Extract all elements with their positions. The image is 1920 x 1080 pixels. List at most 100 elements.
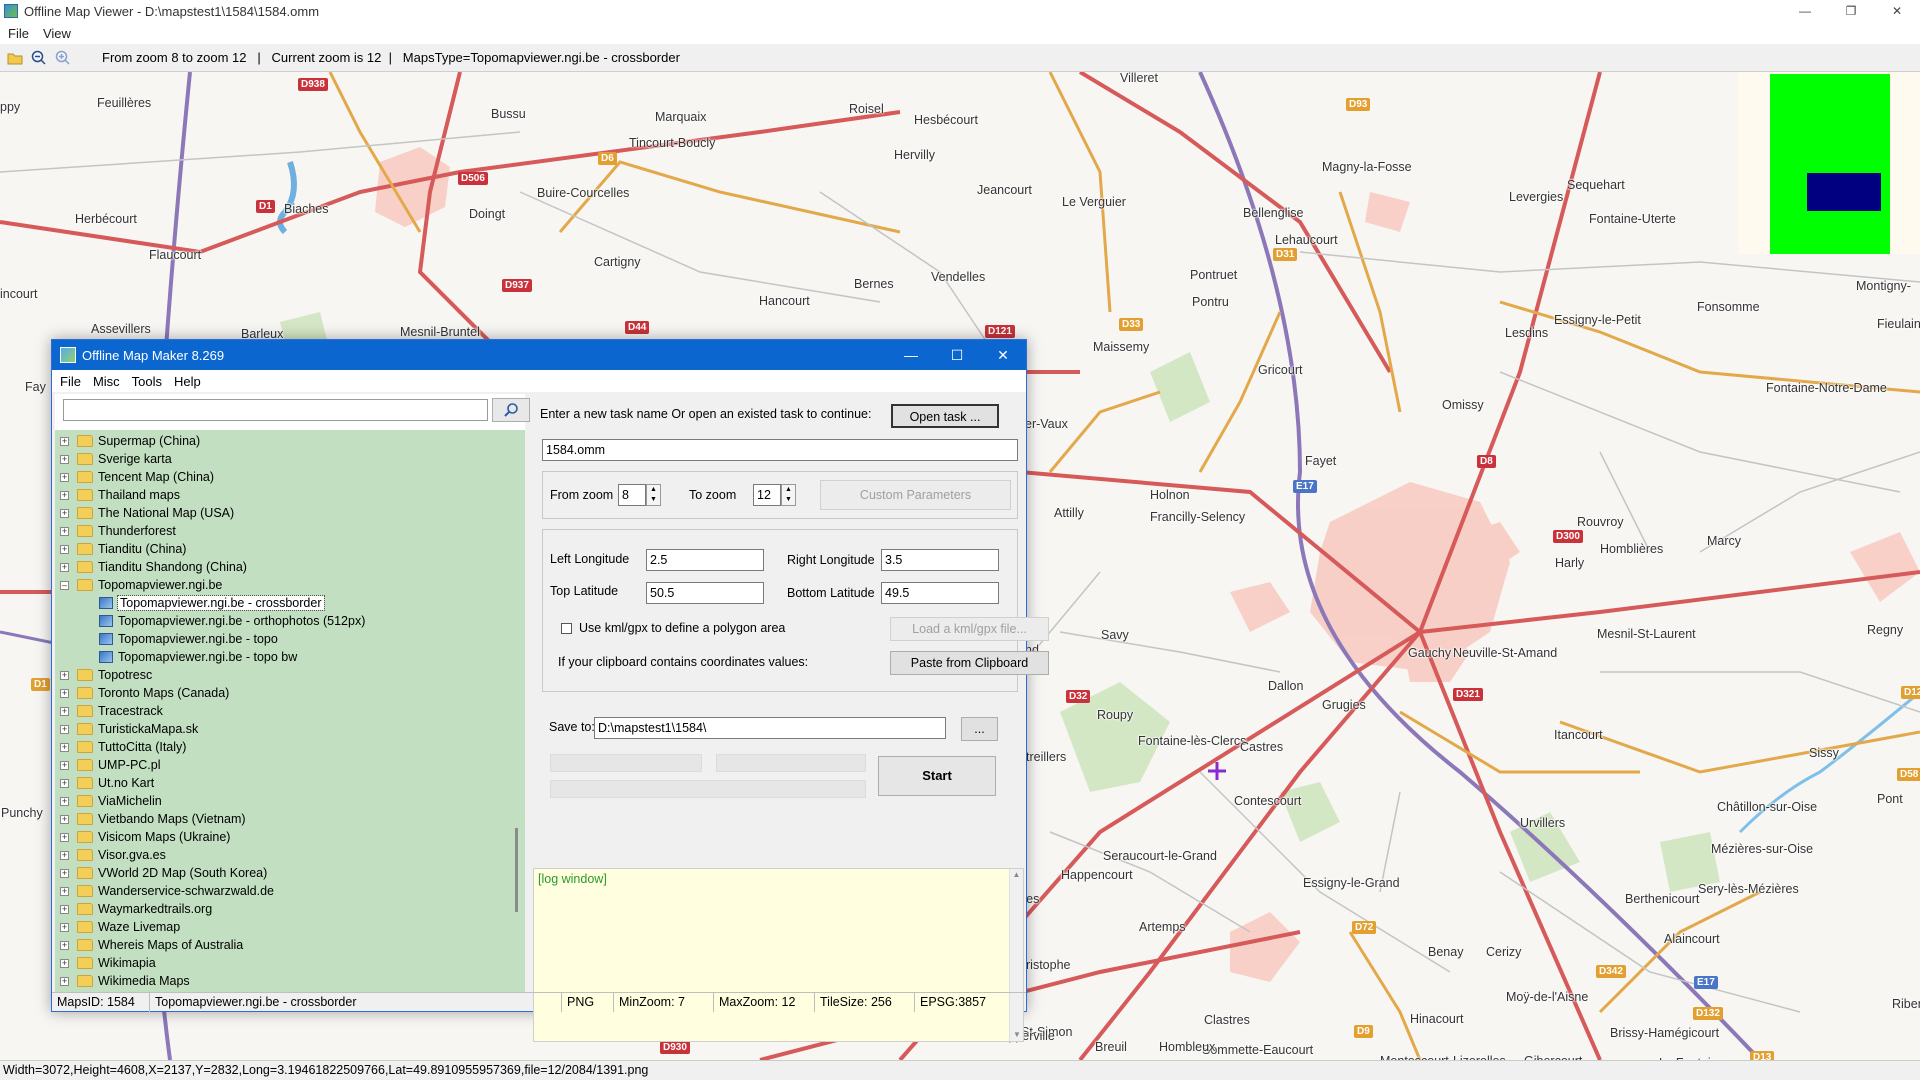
custom-parameters-button[interactable]: Custom Parameters: [820, 480, 1011, 510]
expand-icon[interactable]: +: [60, 778, 69, 788]
minimize-icon[interactable]: —: [1782, 0, 1828, 22]
tree-folder-item[interactable]: + Toronto Maps (Canada): [60, 684, 229, 702]
start-button[interactable]: Start: [878, 756, 996, 796]
tree-map-item[interactable]: Topomapviewer.ngi.be - crossborder: [99, 594, 325, 612]
expand-icon[interactable]: +: [60, 562, 69, 572]
expand-icon[interactable]: +: [60, 526, 69, 536]
dialog-menu-tools[interactable]: Tools: [132, 374, 162, 389]
search-button[interactable]: [492, 398, 530, 422]
collapse-icon[interactable]: –: [60, 580, 69, 590]
expand-icon[interactable]: +: [60, 742, 69, 752]
expand-icon[interactable]: +: [60, 508, 69, 518]
dialog-minimize-icon[interactable]: —: [888, 340, 934, 370]
expand-icon[interactable]: +: [60, 436, 69, 446]
expand-icon[interactable]: +: [60, 760, 69, 770]
open-folder-icon[interactable]: [6, 49, 24, 67]
browse-button[interactable]: ...: [961, 717, 998, 741]
expand-icon[interactable]: +: [60, 814, 69, 824]
restore-icon[interactable]: ❐: [1828, 0, 1874, 22]
expand-icon[interactable]: +: [60, 688, 69, 698]
tree-folder-item[interactable]: + Wikimapia: [60, 954, 156, 972]
kml-polygon-checkbox[interactable]: [561, 623, 572, 634]
tree-folder-item[interactable]: + Tianditu (China): [60, 540, 186, 558]
expand-icon[interactable]: +: [60, 976, 69, 986]
tree-folder-item[interactable]: + Tianditu Shandong (China): [60, 558, 247, 576]
close-icon[interactable]: ✕: [1874, 0, 1920, 22]
expand-icon[interactable]: +: [60, 868, 69, 878]
expand-icon[interactable]: +: [60, 796, 69, 806]
dialog-menu-file[interactable]: File: [60, 374, 81, 389]
to-zoom-stepper[interactable]: ▲ ▼: [781, 484, 796, 506]
expand-icon[interactable]: +: [60, 454, 69, 464]
tree-scrollbar[interactable]: [515, 430, 519, 992]
load-kml-button[interactable]: Load a kml/gpx file...: [890, 617, 1049, 641]
expand-icon[interactable]: +: [60, 886, 69, 896]
expand-icon[interactable]: +: [60, 904, 69, 914]
tree-folder-item[interactable]: + Waymarkedtrails.org: [60, 900, 212, 918]
save-to-input[interactable]: D:\mapstest1\1584\: [594, 717, 946, 739]
expand-icon[interactable]: +: [60, 544, 69, 554]
tree-map-item[interactable]: Topomapviewer.ngi.be - topo: [99, 630, 278, 648]
log-window[interactable]: [log window] ▲ ▼: [533, 868, 1024, 1042]
tree-map-item[interactable]: Topomapviewer.ngi.be - orthophotos (512p…: [99, 612, 365, 630]
expand-icon[interactable]: +: [60, 490, 69, 500]
tree-folder-item[interactable]: + Whereis Maps of Australia: [60, 936, 243, 954]
to-zoom-input[interactable]: 12: [753, 484, 781, 506]
tree-folder-item[interactable]: + Visicom Maps (Ukraine): [60, 828, 230, 846]
tree-folder-item[interactable]: + Wanderservice-schwarzwald.de: [60, 882, 274, 900]
paste-clipboard-button[interactable]: Paste from Clipboard: [890, 651, 1049, 675]
tree-folder-item[interactable]: + UMP-PC.pl: [60, 756, 161, 774]
tree-scrollbar-thumb[interactable]: [515, 828, 518, 912]
zoom-in-icon[interactable]: [54, 49, 72, 67]
expand-icon[interactable]: +: [60, 670, 69, 680]
scroll-down-icon[interactable]: ▼: [1010, 1029, 1024, 1041]
tree-folder-item[interactable]: + Thailand maps: [60, 486, 180, 504]
open-task-button[interactable]: Open task ...: [891, 404, 999, 428]
tree-folder-item[interactable]: + Thunderforest: [60, 522, 176, 540]
minimap-viewport[interactable]: [1807, 173, 1881, 211]
zoom-out-icon[interactable]: [30, 49, 48, 67]
expand-icon[interactable]: +: [60, 472, 69, 482]
scroll-up-icon[interactable]: ▲: [1010, 869, 1023, 881]
tree-folder-item[interactable]: – Topomapviewer.ngi.be: [60, 576, 222, 594]
tree-folder-item[interactable]: + Waze Livemap: [60, 918, 180, 936]
expand-icon[interactable]: +: [60, 706, 69, 716]
right-longitude-input[interactable]: 3.5: [881, 549, 999, 571]
tree-map-item[interactable]: Topomapviewer.ngi.be - topo bw: [99, 648, 297, 666]
expand-icon[interactable]: +: [60, 832, 69, 842]
left-longitude-input[interactable]: 2.5: [646, 549, 764, 571]
task-name-input[interactable]: 1584.omm: [542, 439, 1018, 461]
tree-folder-item[interactable]: + Tracestrack: [60, 702, 163, 720]
expand-icon[interactable]: +: [60, 922, 69, 932]
log-scrollbar[interactable]: ▲ ▼: [1009, 869, 1023, 1041]
from-zoom-input[interactable]: 8: [618, 484, 646, 506]
tree-folder-item[interactable]: + Visor.gva.es: [60, 846, 166, 864]
dialog-menu-misc[interactable]: Misc: [93, 374, 120, 389]
tree-folder-item[interactable]: + Sverige karta: [60, 450, 172, 468]
tree-folder-item[interactable]: + Ut.no Kart: [60, 774, 154, 792]
dialog-menu-help[interactable]: Help: [174, 374, 201, 389]
tree-folder-item[interactable]: + TuristickaMapa.sk: [60, 720, 198, 738]
menu-file[interactable]: File: [8, 26, 29, 41]
expand-icon[interactable]: +: [60, 940, 69, 950]
tree-folder-item[interactable]: + Vietbando Maps (Vietnam): [60, 810, 246, 828]
menu-view[interactable]: View: [43, 26, 71, 41]
bottom-latitude-input[interactable]: 49.5: [881, 582, 999, 604]
tree-folder-item[interactable]: + Topotresc: [60, 666, 152, 684]
expand-icon[interactable]: +: [60, 724, 69, 734]
map-source-tree[interactable]: + Supermap (China) + Sverige karta + Tencent …: [55, 430, 525, 992]
dialog-close-icon[interactable]: ✕: [980, 340, 1026, 370]
map-search-input[interactable]: [63, 399, 488, 421]
tree-folder-item[interactable]: + Tencent Map (China): [60, 468, 214, 486]
tree-folder-item[interactable]: + ViaMichelin: [60, 792, 162, 810]
tree-folder-item[interactable]: + Wikimedia Maps: [60, 972, 190, 990]
from-zoom-stepper[interactable]: ▲ ▼: [646, 484, 661, 506]
expand-icon[interactable]: +: [60, 958, 69, 968]
tree-folder-item[interactable]: + The National Map (USA): [60, 504, 234, 522]
tree-folder-item[interactable]: + VWorld 2D Map (South Korea): [60, 864, 267, 882]
dialog-maximize-icon[interactable]: ☐: [934, 340, 980, 370]
top-latitude-input[interactable]: 50.5: [646, 582, 764, 604]
tree-folder-item[interactable]: + TuttoCitta (Italy): [60, 738, 186, 756]
overview-minimap[interactable]: [1738, 72, 1920, 254]
expand-icon[interactable]: +: [60, 850, 69, 860]
